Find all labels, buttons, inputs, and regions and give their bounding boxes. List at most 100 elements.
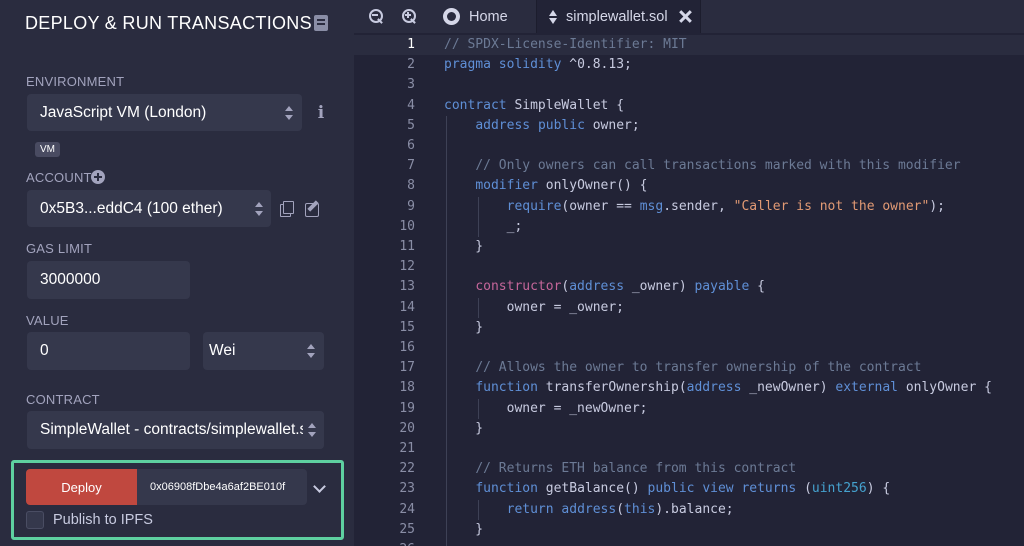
tab-simplewallet[interactable]: simplewallet.sol (536, 0, 701, 33)
code-line[interactable]: 17 // Allows the owner to transfer owner… (354, 358, 1024, 378)
indent-guide (478, 196, 479, 237)
code-line[interactable]: 10 _; (354, 217, 1024, 237)
copy-icon[interactable] (280, 201, 294, 217)
info-icon[interactable]: i (314, 104, 328, 122)
line-number: 25 (399, 521, 415, 537)
contract-select[interactable]: SimpleWallet - contracts/simplewallet.so… (27, 411, 324, 449)
gas-limit-input[interactable]: 3000000 (27, 261, 190, 299)
line-number: 1 (407, 37, 415, 52)
code-line[interactable]: 19 owner = _newOwner; (354, 399, 1024, 419)
line-number: 2 (407, 57, 415, 73)
contract-label: CONTRACT (26, 392, 100, 407)
add-account-icon[interactable] (91, 170, 105, 184)
code-line[interactable]: 12 (354, 257, 1024, 277)
line-number: 12 (399, 259, 415, 275)
code-text: // Allows the owner to transfer ownershi… (475, 360, 922, 376)
code-text: pragma solidity ^0.8.13; (444, 57, 632, 73)
code-text: constructor(address _owner) payable { (475, 279, 765, 295)
code-line[interactable]: 23 function getBalance() public view ret… (354, 479, 1024, 499)
code-text: address public owner; (475, 117, 640, 133)
account-select[interactable]: 0x5B3...eddC4 (100 ether) (27, 190, 271, 227)
unit-select-arrows-icon (307, 344, 315, 358)
code-text: } (444, 319, 484, 335)
deploy-run-panel: DEPLOY & RUN TRANSACTIONS ENVIRONMENT Ja… (0, 0, 354, 546)
code-text: _; (444, 218, 523, 234)
code-line[interactable]: 4 contract SimpleWallet { (354, 96, 1024, 116)
value-label: VALUE (26, 313, 69, 328)
line-number: 3 (407, 77, 415, 93)
code-line[interactable]: 21 (354, 439, 1024, 459)
gas-limit-label: GAS LIMIT (26, 241, 93, 256)
code-text: } (444, 521, 484, 537)
contract-value: SimpleWallet - contracts/simplewallet.so… (40, 421, 320, 438)
code-editor[interactable]: 1 // SPDX-License-Identifier: MIT 2 pragma … (354, 33, 1024, 546)
line-number: 22 (399, 461, 415, 477)
documentation-icon[interactable] (314, 15, 328, 31)
code-line[interactable]: 2 pragma solidity ^0.8.13; (354, 55, 1024, 75)
edit-icon[interactable] (305, 200, 321, 217)
code-line[interactable]: 7 // Only owners can call transactions m… (354, 156, 1024, 176)
line-number: 20 (399, 420, 415, 436)
code-line[interactable]: 11 } (354, 237, 1024, 257)
line-number: 19 (399, 400, 415, 416)
code-line[interactable]: 26 (354, 540, 1024, 546)
code-text: function transferOwnership(address _newO… (475, 380, 992, 396)
publish-ipfs-checkbox[interactable] (26, 511, 44, 529)
code-line[interactable]: 14 owner = _owner; (354, 298, 1024, 318)
account-value: 0x5B3...eddC4 (100 ether) (40, 199, 223, 217)
line-number: 11 (399, 239, 415, 254)
code-line[interactable]: 9 require(owner == msg.sender, "Caller i… (354, 197, 1024, 217)
constructor-args-value: 0x06908fDbe4a6af2BE010f (150, 481, 286, 493)
close-icon[interactable] (679, 10, 692, 23)
code-line[interactable]: 1 // SPDX-License-Identifier: MIT (354, 35, 1024, 56)
code-line[interactable]: 25 } (354, 520, 1024, 540)
chevron-down-icon[interactable] (314, 482, 324, 492)
line-number: 24 (399, 501, 415, 517)
zoom-in-icon[interactable] (402, 9, 417, 24)
code-line[interactable]: 5 address public owner; (354, 116, 1024, 136)
value-amount: 0 (40, 342, 49, 359)
deploy-button[interactable]: Deploy (26, 469, 137, 505)
code-text: return address(this).balance; (506, 501, 734, 517)
tab-home[interactable]: Home (440, 0, 536, 33)
value-unit-select[interactable]: Wei (203, 332, 324, 370)
environment-value: JavaScript VM (London) (40, 103, 207, 121)
account-label: ACCOUNT (26, 170, 92, 185)
environment-select[interactable]: JavaScript VM (London) (27, 94, 302, 131)
code-line[interactable]: 24 return address(this).balance; (354, 500, 1024, 520)
code-text: } (444, 420, 484, 436)
line-number: 13 (399, 279, 415, 295)
code-text: function getBalance() public view return… (475, 481, 891, 497)
line-number: 5 (407, 117, 415, 133)
indent-guide (478, 398, 479, 419)
indent-guide (478, 297, 479, 318)
code-text: // Returns ETH balance from this contrac… (475, 461, 797, 477)
code-line[interactable]: 22 // Returns ETH balance from this cont… (354, 459, 1024, 479)
line-number: 15 (399, 319, 415, 335)
constructor-args-input[interactable]: 0x06908fDbe4a6af2BE010f (137, 469, 307, 505)
line-number: 17 (399, 360, 415, 376)
code-line[interactable]: 20 } (354, 419, 1024, 439)
code-line[interactable]: 3 (354, 75, 1024, 95)
code-line[interactable]: 15 } (354, 318, 1024, 338)
value-input[interactable]: 0 (27, 332, 190, 370)
environment-select-arrows-icon (285, 106, 293, 120)
line-number: 8 (407, 178, 415, 194)
gas-limit-value: 3000000 (40, 271, 101, 288)
line-number: 16 (399, 340, 415, 355)
code-line[interactable]: 8 modifier onlyOwner() { (354, 176, 1024, 196)
panel-title: DEPLOY & RUN TRANSACTIONS (25, 13, 312, 33)
code-line[interactable]: 18 function transferOwnership(address _n… (354, 378, 1024, 398)
line-number: 21 (399, 441, 415, 456)
line-number: 6 (407, 138, 415, 153)
code-line[interactable]: 13 constructor(address _owner) payable { (354, 277, 1024, 297)
zoom-out-icon[interactable] (369, 9, 384, 24)
line-number: 4 (407, 97, 415, 113)
contract-select-arrows-icon (308, 423, 316, 437)
vm-badge: VM (35, 142, 60, 157)
code-line[interactable]: 16 (354, 338, 1024, 358)
code-text: } (444, 239, 484, 254)
home-icon (443, 8, 460, 25)
publish-ipfs-label: Publish to IPFS (53, 512, 153, 528)
code-line[interactable]: 6 (354, 136, 1024, 156)
